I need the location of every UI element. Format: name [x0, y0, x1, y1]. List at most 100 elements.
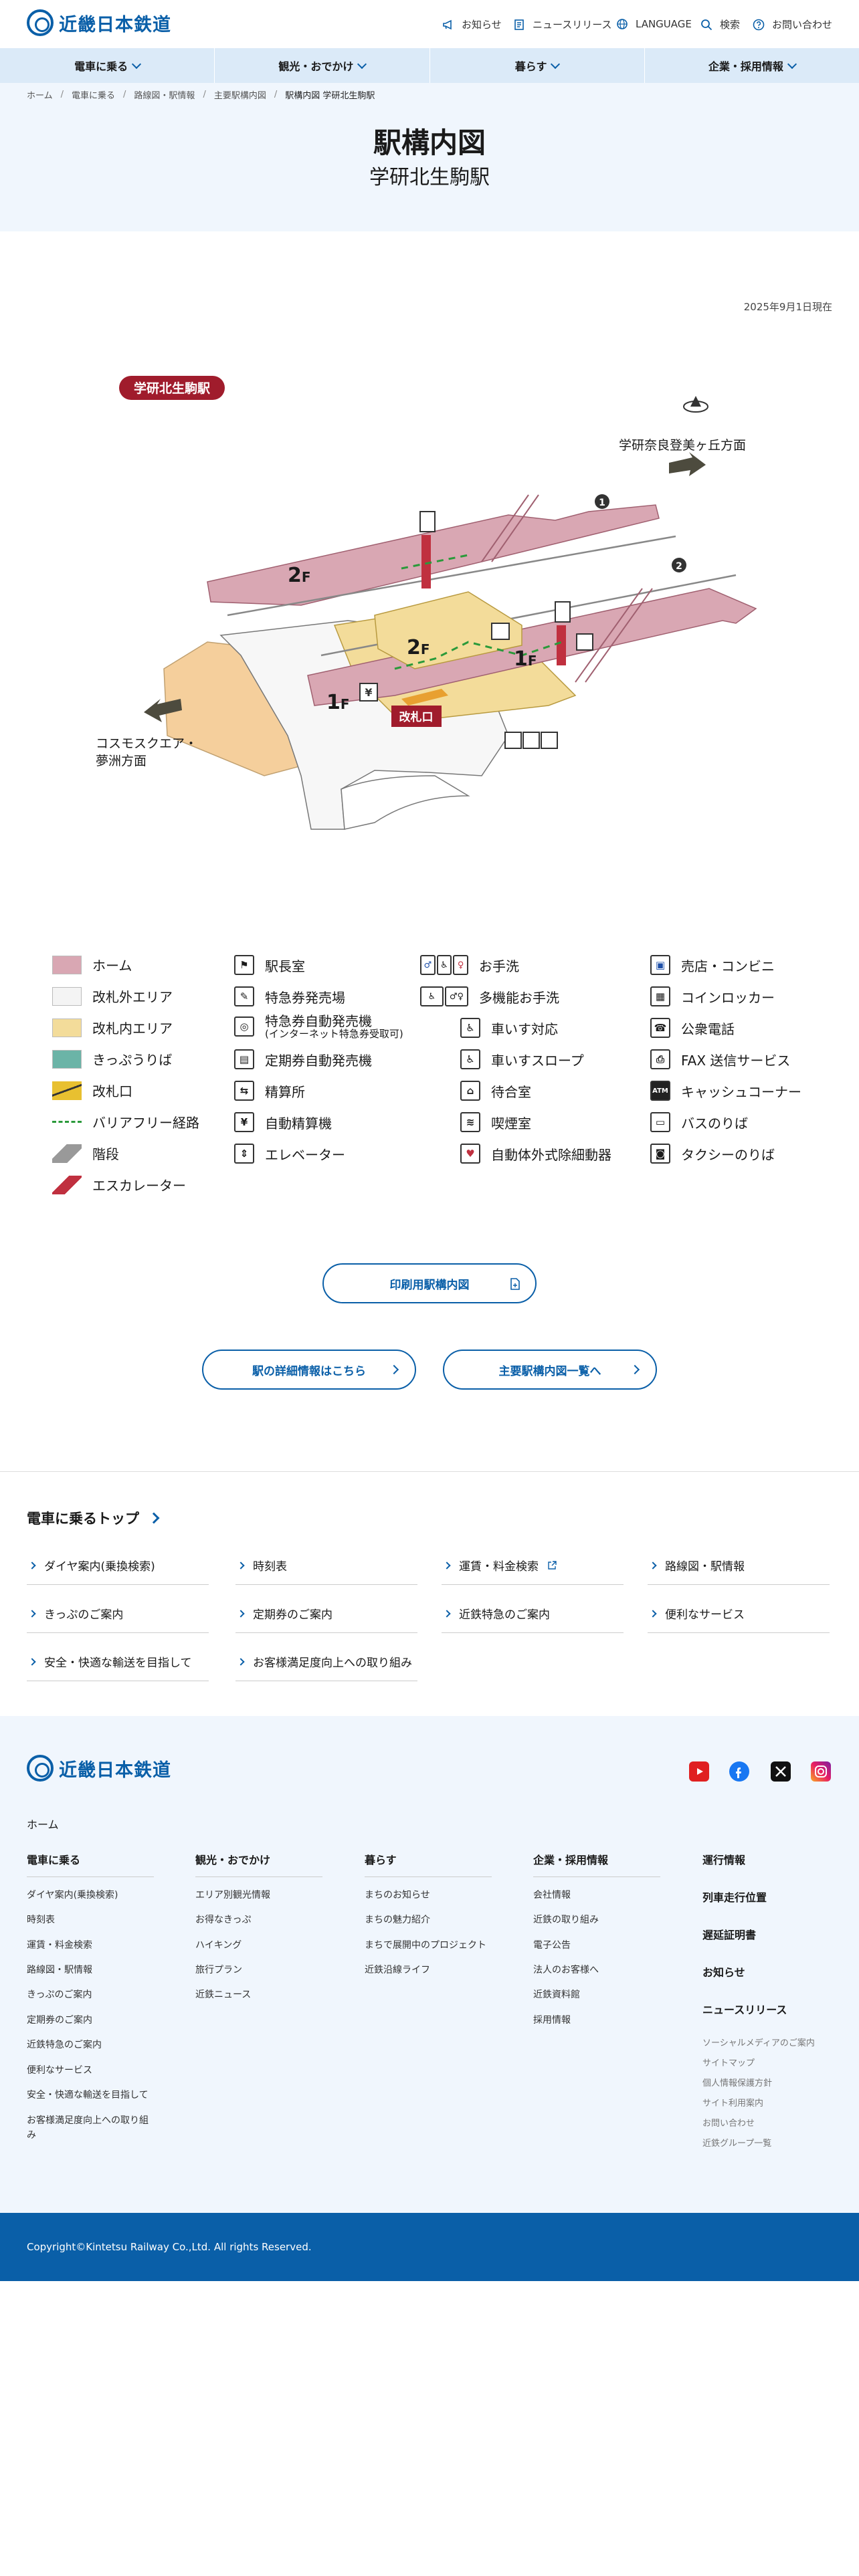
footer-col-sightseeing-title[interactable]: 観光・おでかけ [195, 1851, 322, 1877]
footer-col-ride-title[interactable]: 電車に乗る [27, 1851, 154, 1877]
flag-icon: ⚑ [234, 955, 254, 975]
legend-label: 喫煙室 [491, 1115, 531, 1132]
contact-link[interactable]: お問い合わせ [752, 17, 832, 31]
footer-link[interactable]: 路線図・駅情報 [27, 1963, 92, 1977]
footer-delay-certificate[interactable]: 遅延証明書 [702, 1926, 830, 1951]
footer-link[interactable]: 安全・快適な輸送を目指して [27, 2088, 149, 2103]
train-top-link[interactable]: 電車に乗るトップ [27, 1508, 160, 1528]
footer-social-media[interactable]: ソーシャルメディアのご案内 [702, 2036, 815, 2048]
link-timetable-search[interactable]: ダイヤ案内(乗換検索) [27, 1546, 209, 1585]
link-fare-search[interactable]: 運賃・料金検索 [442, 1546, 624, 1585]
link-commuter-pass[interactable]: 定期券のご案内 [235, 1594, 417, 1633]
nav-corporate[interactable]: 企業・採用情報 [645, 48, 859, 83]
search-icon [701, 19, 712, 30]
legend-shop: ▣ 売店・コンビニ [650, 955, 775, 975]
wheelchair-slope-icon: ♿ [460, 1049, 480, 1069]
news-release-link[interactable]: ニュースリリース [512, 17, 612, 31]
breadcrumb-route-map[interactable]: 路線図・駅情報 [134, 88, 195, 101]
footer-link[interactable]: 近鉄ニュース [195, 1988, 251, 2002]
legend-label: 改札口 [92, 1083, 132, 1099]
legend-locker: ▦ コインロッカー [650, 986, 775, 1006]
nav-sightseeing[interactable]: 観光・おでかけ [215, 48, 430, 83]
footer-link[interactable]: 時刻表 [27, 1913, 55, 1927]
global-nav: 電車に乗る 観光・おでかけ 暮らす 企業・採用情報 [0, 48, 859, 83]
footer-link[interactable]: きっぷのご案内 [27, 1988, 92, 2002]
footer-logo[interactable]: 近畿日本鉄道 [27, 1755, 171, 1782]
station-badge-text: 学研北生駒駅 [134, 381, 211, 396]
direction-right-arrow-icon [669, 452, 706, 476]
footer-home-link[interactable]: ホーム [27, 1816, 59, 1832]
footer-link[interactable]: 法人のお客様へ [533, 1963, 599, 1977]
legend-wheelchair: ♿ 車いす対応 [460, 1018, 558, 1038]
footer-site-terms[interactable]: サイト利用案内 [702, 2096, 763, 2109]
footer-link[interactable]: 定期券のご案内 [27, 2013, 92, 2028]
nav-living[interactable]: 暮らす [430, 48, 645, 83]
link-label: 便利なサービス [665, 1608, 745, 1622]
footer-link[interactable]: まちのお知らせ [365, 1888, 430, 1903]
station-detail-button[interactable]: 駅の詳細情報はこちら [202, 1350, 416, 1390]
link-customer-satisfaction[interactable]: お客様満足度向上への取り組み [235, 1642, 417, 1681]
link-tickets[interactable]: きっぷのご案内 [27, 1594, 209, 1633]
footer-link[interactable]: 運賃・料金検索 [27, 1938, 92, 1953]
notice-link[interactable]: お知らせ [442, 17, 502, 31]
footer-operation-info[interactable]: 運行情報 [702, 1851, 830, 1876]
globe-icon [617, 19, 628, 29]
link-safety[interactable]: 安全・快適な輸送を目指して [27, 1642, 209, 1681]
footer-link[interactable]: ハイキング [195, 1938, 242, 1953]
footer-group-list[interactable]: 近鉄グループ一覧 [702, 2136, 771, 2149]
x-twitter-icon[interactable] [771, 1761, 791, 1782]
footer-link[interactable]: 会社情報 [533, 1888, 571, 1903]
facebook-icon[interactable] [729, 1761, 749, 1782]
footer-contact[interactable]: お問い合わせ [702, 2116, 755, 2129]
footer-link[interactable]: 近鉄沿線ライフ [365, 1963, 430, 1977]
print-map-button[interactable]: 印刷用駅構内図 [322, 1263, 537, 1303]
station-list-button[interactable]: 主要駅構内図一覧へ [443, 1350, 657, 1390]
footer-link[interactable]: ダイヤ案内(乗換検索) [27, 1888, 118, 1903]
chevron-down-icon [551, 59, 561, 69]
search-link[interactable]: 検索 [700, 17, 740, 31]
footer-link[interactable]: 電子公告 [533, 1938, 571, 1953]
track-number-1: 1 [595, 494, 609, 509]
footer-link[interactable]: 近鉄の取り組み [533, 1913, 599, 1927]
footer-link[interactable]: まちで展開中のプロジェクト [365, 1938, 486, 1953]
nav-label: 観光・おでかけ [278, 60, 354, 73]
breadcrumb-ride[interactable]: 電車に乗る [72, 88, 115, 101]
legend-label: 階段 [92, 1146, 119, 1162]
footer-link[interactable]: み [27, 2128, 36, 2143]
nav-ride-train[interactable]: 電車に乗る [0, 48, 215, 83]
link-services[interactable]: 便利なサービス [648, 1594, 830, 1633]
link-timetable[interactable]: 時刻表 [235, 1546, 417, 1585]
chevron-right-icon [28, 1657, 36, 1666]
breadcrumb-home[interactable]: ホーム [27, 88, 53, 101]
footer-news-release[interactable]: ニュースリリース [702, 2001, 830, 2026]
footer-link[interactable]: お客様満足度向上への取り組 [27, 2113, 149, 2128]
footer-train-position[interactable]: 列車走行位置 [702, 1889, 830, 1914]
footer-link[interactable]: 採用情報 [533, 2013, 571, 2028]
breadcrumb: ホーム / 電車に乗る / 路線図・駅情報 / 主要駅構内図 / 駅構内図 学研北生駒駅 [27, 88, 375, 101]
footer-link[interactable]: 近鉄資料館 [533, 1988, 580, 2002]
footer-link[interactable]: 便利なサービス [27, 2063, 92, 2078]
footer-link[interactable]: エリア別観光情報 [195, 1888, 270, 1903]
site-logo[interactable]: 近畿日本鉄道 [27, 9, 171, 36]
youtube-icon[interactable] [689, 1761, 709, 1782]
instagram-icon[interactable] [811, 1761, 831, 1782]
link-route-map[interactable]: 路線図・駅情報 [648, 1546, 830, 1585]
link-label: 定期券のご案内 [253, 1608, 332, 1622]
footer-notices[interactable]: お知らせ [702, 1963, 830, 1989]
yen-icon: ¥ [234, 1112, 254, 1132]
footer-privacy[interactable]: 個人情報保護方針 [702, 2076, 772, 2088]
language-link[interactable]: LANGUAGE [615, 17, 692, 31]
breadcrumb-separator: / [60, 90, 64, 100]
link-limited-express[interactable]: 近鉄特急のご案内 [442, 1594, 624, 1633]
breadcrumb-station-maps[interactable]: 主要駅構内図 [214, 88, 266, 101]
footer-link[interactable]: まちの魅力紹介 [365, 1913, 430, 1927]
footer-link[interactable]: お得なきっぷ [195, 1913, 251, 1927]
svg-text:1: 1 [599, 498, 605, 508]
footer-col-corporate-title[interactable]: 企業・採用情報 [533, 1851, 660, 1877]
legend-label: 自動精算機 [265, 1115, 332, 1132]
footer-col-living-title[interactable]: 暮らす [365, 1851, 492, 1877]
chevron-down-icon [357, 59, 367, 69]
footer-link[interactable]: 旅行プラン [195, 1963, 242, 1977]
footer-link[interactable]: 近鉄特急のご案内 [27, 2038, 102, 2052]
footer-sitemap[interactable]: サイトマップ [702, 2056, 755, 2068]
